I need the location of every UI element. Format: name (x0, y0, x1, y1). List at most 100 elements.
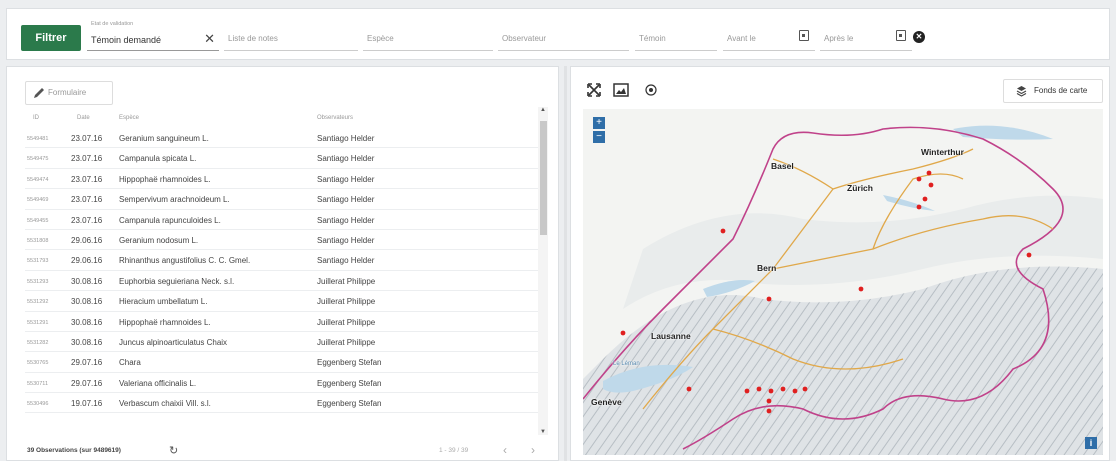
row-date: 19.07.16 (71, 399, 103, 409)
table-row[interactable]: 5531293 30.08.16 Euphorbia seguieriana Nec… (25, 271, 539, 292)
pagination-range: 1 - 39 / 39 (439, 447, 469, 454)
form-button[interactable]: Formulaire (25, 81, 113, 105)
voucher-placeholder: Témoin (639, 34, 666, 43)
info-icon[interactable]: i (1085, 437, 1097, 449)
table-row[interactable]: 5531793 29.06.16 Rhinanthus angustifolius … (25, 250, 539, 271)
locate-icon[interactable] (645, 84, 657, 96)
filter-button[interactable]: Filtrer (21, 25, 81, 51)
previous-page-icon[interactable]: ‹ (503, 443, 507, 457)
zoom-out-button[interactable]: − (593, 131, 605, 143)
filter-bar: Filtrer Etat de validation Témoin demand… (6, 8, 1110, 60)
scroll-up-icon[interactable]: ▲ (540, 107, 546, 113)
panel-splitter[interactable] (564, 66, 567, 461)
row-observer: Juillerat Philippe (317, 297, 376, 307)
clear-filters-icon[interactable]: ✕ (913, 31, 925, 43)
row-observer: Juillerat Philippe (317, 317, 376, 327)
row-id: 5531282 (27, 339, 49, 346)
row-species: Chara (119, 358, 141, 368)
city-label: Bern (757, 263, 777, 273)
city-label: Lausanne (651, 331, 691, 341)
row-observer: Santiago Helder (317, 174, 375, 184)
row-species: Verbascum chaixii Vill. s.l. (119, 399, 211, 409)
table-row[interactable]: 5531291 30.08.16 Hippophaë rhamnoides L. Ju… (25, 312, 539, 332)
column-header-species[interactable]: Espèce (119, 115, 139, 121)
notes-list-input[interactable]: Liste de notes (224, 25, 358, 51)
table-row[interactable]: 5549474 23.07.16 Hippophaë rhamnoides L. Sa… (25, 169, 539, 190)
table-scrollbar[interactable]: ▲ ▼ (538, 107, 548, 435)
table-row[interactable]: 5549455 23.07.16 Campanula rapunculoides L… (25, 210, 539, 230)
table-row[interactable]: 5530711 29.07.16 Valeriana officinalis L. E… (25, 373, 539, 394)
pencil-icon (34, 88, 44, 98)
row-observer: Santiago Helder (317, 195, 375, 205)
table-row[interactable]: 5549481 23.07.16 Geranium sanguineum L. San… (25, 128, 539, 149)
table-row[interactable]: 5530765 29.07.16 Chara Eggenberg Stefan (25, 352, 539, 373)
scroll-down-icon[interactable]: ▼ (540, 429, 546, 435)
fullscreen-icon[interactable] (587, 83, 601, 97)
row-observer: Eggenberg Stefan (317, 358, 382, 368)
table-header: ID Date Espèce Observateurs (25, 113, 545, 127)
before-date-input[interactable]: Avant le (723, 25, 815, 51)
after-date-placeholder: Après le (824, 34, 854, 43)
row-species: Geranium sanguineum L. (119, 134, 209, 143)
column-header-id[interactable]: ID (33, 115, 39, 121)
row-date: 30.08.16 (71, 317, 103, 327)
scrollbar-thumb[interactable] (540, 121, 547, 235)
row-id: 5530711 (27, 380, 49, 387)
city-label: Winterthur (921, 147, 964, 157)
layers-icon (1016, 86, 1027, 97)
clear-validation-icon[interactable]: ✕ (204, 31, 215, 47)
next-page-icon[interactable]: › (531, 443, 535, 457)
row-id: 5531292 (27, 299, 49, 306)
calendar-icon[interactable] (896, 30, 906, 41)
row-observer: Santiago Helder (317, 134, 375, 143)
validation-state-select[interactable]: Etat de validation Témoin demandé ✕ (87, 21, 219, 51)
column-header-date[interactable]: Date (77, 115, 90, 121)
table-row[interactable]: 5531808 29.06.16 Geranium nodosum L. Santia… (25, 230, 539, 251)
row-date: 29.07.16 (71, 378, 103, 388)
row-date: 23.07.16 (71, 134, 103, 143)
validation-state-label: Etat de validation (91, 21, 134, 27)
row-observer: Eggenberg Stefan (317, 399, 382, 409)
zoom-in-button[interactable]: + (593, 117, 605, 129)
row-date: 29.06.16 (71, 256, 103, 266)
city-label: Genève (591, 397, 622, 407)
row-id: 5531293 (27, 278, 49, 285)
table-row[interactable]: 5549475 23.07.16 Campanula spicata L. Santi… (25, 148, 539, 169)
species-placeholder: Espèce (367, 34, 394, 43)
row-id: 5549475 (27, 156, 49, 163)
basemap-button-label: Fonds de carte (1034, 86, 1088, 95)
table-row[interactable]: 5531282 30.08.16 Juncus alpinoarticulatus … (25, 332, 539, 353)
row-species: Geranium nodosum L. (119, 235, 199, 245)
city-label: Basel (771, 161, 794, 171)
row-observer: Eggenberg Stefan (317, 378, 382, 388)
row-date: 23.07.16 (71, 174, 103, 184)
row-species: Euphorbia seguieriana Neck. s.l. (119, 276, 235, 286)
refresh-icon[interactable]: ↻ (169, 444, 178, 457)
voucher-input[interactable]: Témoin (635, 25, 717, 51)
species-input[interactable]: Espèce (363, 25, 493, 51)
validation-state-value: Témoin demandé (91, 35, 162, 45)
table-row[interactable]: 5530496 19.07.16 Verbascum chaixii Vill. s… (25, 393, 539, 414)
calendar-icon[interactable] (799, 30, 809, 41)
image-export-icon[interactable] (613, 83, 629, 97)
row-observer: Juillerat Philippe (317, 276, 376, 286)
row-species: Rhinanthus angustifolius C. C. Gmel. (119, 256, 251, 266)
observations-panel: Formulaire ID Date Espèce Observateurs 5… (6, 66, 559, 461)
row-species: Hieracium umbellatum L. (119, 297, 208, 307)
map-canvas[interactable]: + − Basel Winterthur Zürich Bern Lausann… (583, 109, 1103, 455)
row-species: Sempervivum arachnoideum L. (119, 195, 230, 205)
observer-input[interactable]: Observateur (498, 25, 629, 51)
table-row[interactable]: 5531292 30.08.16 Hieracium umbellatum L. Ju… (25, 291, 539, 312)
column-header-observers[interactable]: Observateurs (317, 115, 353, 121)
before-date-placeholder: Avant le (727, 34, 756, 43)
row-species: Valeriana officinalis L. (119, 378, 197, 388)
map-panel: Fonds de carte + − Basel Winterthur Züri… (570, 66, 1110, 461)
row-id: 5530496 (27, 401, 49, 408)
row-id: 5549481 (27, 136, 49, 142)
table-row[interactable]: 5549469 23.07.16 Sempervivum arachnoideum … (25, 189, 539, 210)
row-observer: Santiago Helder (317, 215, 375, 225)
after-date-input[interactable]: Après le (820, 25, 912, 51)
row-date: 29.07.16 (71, 358, 103, 368)
row-id: 5531808 (27, 237, 49, 244)
basemap-button[interactable]: Fonds de carte (1003, 79, 1103, 103)
